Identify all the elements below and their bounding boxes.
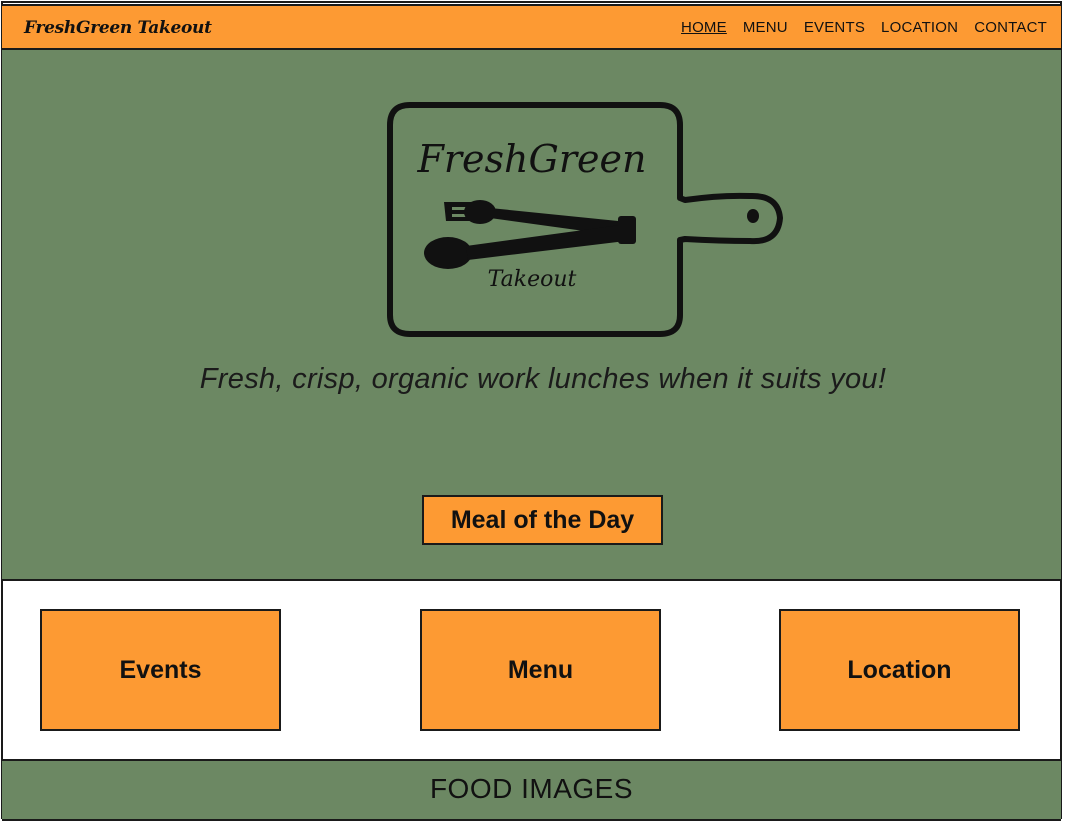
nav-home-link[interactable]: HOME	[681, 19, 727, 36]
nav-location-link[interactable]: LOCATION	[881, 19, 958, 36]
events-tile-button[interactable]: Events	[40, 609, 281, 731]
logo-subtitle: Takeout	[488, 267, 577, 292]
cutting-board-fork-spoon-icon: FreshGreen Takeout	[387, 102, 783, 337]
nav-contact-link[interactable]: CONTACT	[974, 19, 1047, 36]
logo-title: FreshGreen	[417, 137, 647, 181]
hero-section: FreshGreen Takeout Fresh, crisp, organic…	[2, 50, 1061, 581]
nav-menu-link[interactable]: MENU	[743, 19, 788, 36]
nav-events-link[interactable]: EVENTS	[804, 19, 865, 36]
brand-name[interactable]: FreshGreen Takeout	[24, 18, 212, 38]
meal-of-the-day-button[interactable]: Meal of the Day	[422, 495, 663, 545]
top-nav-bar: FreshGreen Takeout HOME MENU EVENTS LOCA…	[2, 4, 1061, 50]
food-images-heading: FOOD IMAGES	[429, 773, 634, 804]
hero-tagline: Fresh, crisp, organic work lunches when …	[199, 363, 887, 395]
food-images-section: FOOD IMAGES	[2, 759, 1061, 821]
menu-tile-button[interactable]: Menu	[420, 609, 661, 731]
main-nav: HOME MENU EVENTS LOCATION CONTACT	[681, 19, 1047, 36]
location-tile-button[interactable]: Location	[779, 609, 1020, 731]
